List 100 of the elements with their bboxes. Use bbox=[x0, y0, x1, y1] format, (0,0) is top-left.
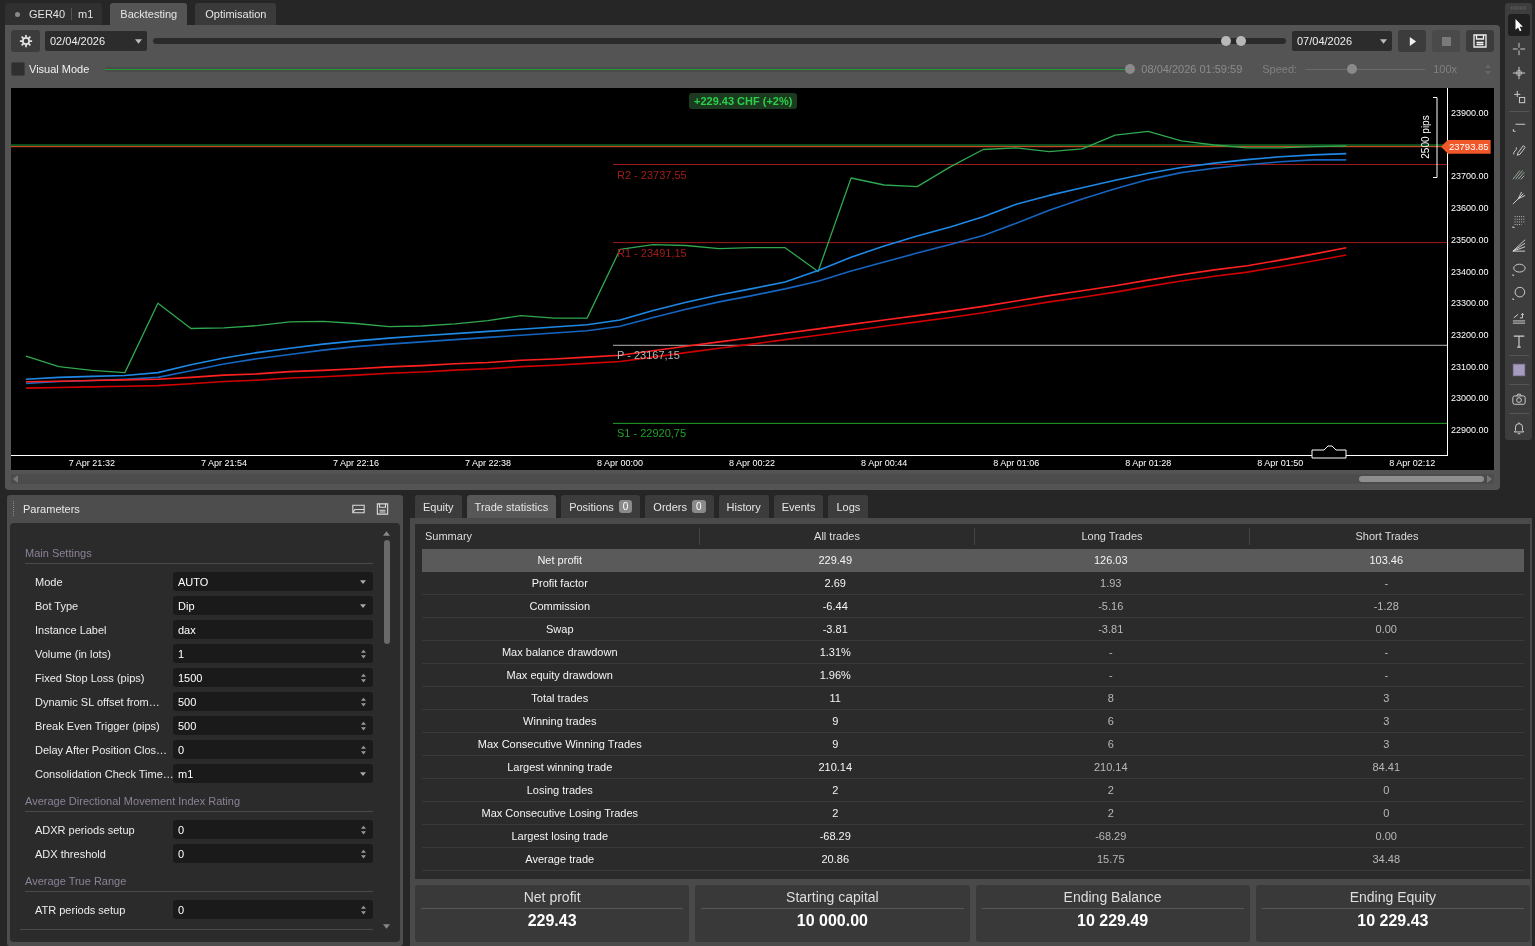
tab[interactable]: Optimisation bbox=[195, 3, 277, 25]
scrollbar-thumb[interactable] bbox=[1359, 476, 1484, 482]
scroll-down-icon[interactable] bbox=[383, 924, 390, 929]
tab[interactable]: Positions 0 bbox=[561, 495, 641, 518]
select-field[interactable]: Dip bbox=[173, 596, 373, 615]
select-field[interactable]: m1 bbox=[173, 764, 373, 783]
tab-marker-icon[interactable] bbox=[1311, 445, 1347, 459]
table-cell-text: Average trade bbox=[524, 853, 596, 865]
scrollbar-thumb[interactable] bbox=[383, 540, 390, 644]
table-cell-text: 0.00 bbox=[1374, 830, 1398, 842]
count-badge: 0 bbox=[618, 500, 633, 513]
x-axis-label: 8 Apr 01:28 bbox=[1125, 457, 1172, 469]
number-field[interactable]: 0 bbox=[173, 900, 373, 919]
table-cell-text: 3 bbox=[1382, 692, 1391, 704]
table-cell-text: - bbox=[1383, 577, 1390, 589]
folder-icon[interactable] bbox=[352, 503, 365, 515]
y-axis-label: 23600.00 bbox=[1451, 202, 1489, 216]
caret-icon bbox=[135, 38, 142, 44]
table-cell-text: 229.49 bbox=[817, 554, 854, 566]
tab[interactable]: Equity bbox=[415, 495, 462, 518]
table-row[interactable]: Max equity drawdown 1.96% - - bbox=[422, 664, 1524, 687]
date-field[interactable]: 02/04/2026 bbox=[45, 31, 147, 51]
spinner-icon[interactable] bbox=[361, 672, 366, 683]
number-field[interactable]: 500 bbox=[173, 716, 373, 735]
y-axis-label: 23900.00 bbox=[1451, 107, 1489, 121]
number-field[interactable]: 0 bbox=[173, 844, 373, 863]
play-button[interactable] bbox=[1398, 30, 1426, 52]
x-axis-label: 8 Apr 00:00 bbox=[597, 457, 644, 469]
table-row[interactable]: Max Consecutive Losing Trades 2 2 0 bbox=[422, 802, 1524, 825]
tab[interactable]: Events bbox=[773, 495, 824, 518]
number-field[interactable]: 0 bbox=[173, 740, 373, 759]
table-row[interactable]: Total trades 11 8 3 bbox=[422, 687, 1524, 710]
table-cell-text: 0 bbox=[1382, 784, 1391, 796]
table-row[interactable]: Swap -3.81 -3.81 0.00 bbox=[422, 618, 1524, 641]
table-cell-text: -68.29 bbox=[1094, 830, 1128, 842]
number-field[interactable]: 500 bbox=[173, 692, 373, 711]
spinner-icon[interactable] bbox=[361, 648, 366, 659]
table-row[interactable]: Losing trades 2 2 0 bbox=[422, 779, 1524, 802]
table-cell-text: 9 bbox=[831, 715, 840, 727]
table-row[interactable]: Largest losing trade -68.29 -68.29 0.00 bbox=[422, 825, 1524, 848]
date-field[interactable]: 07/04/2026 bbox=[1292, 31, 1392, 51]
select-field[interactable]: AUTO bbox=[173, 572, 373, 591]
table-row[interactable]: Largest winning trade 210.14 210.14 84.41 bbox=[422, 756, 1524, 779]
table-cell-text: Losing trades bbox=[525, 784, 594, 796]
scroll-up-icon[interactable] bbox=[383, 531, 390, 536]
y-axis-label: 23400.00 bbox=[1451, 265, 1489, 279]
tab[interactable]: Logs bbox=[828, 495, 869, 518]
symbol-label: GER40 bbox=[29, 8, 73, 20]
tool-button[interactable] bbox=[1507, 14, 1530, 36]
param-label: ADX threshold bbox=[35, 847, 107, 860]
spinner-icon[interactable] bbox=[361, 904, 366, 915]
table-row[interactable]: Max balance drawdown 1.31% - - bbox=[422, 641, 1524, 664]
table-cell-text: 3 bbox=[1382, 715, 1391, 727]
table-row[interactable]: Winning trades 9 6 3 bbox=[422, 710, 1524, 733]
spinner-icon[interactable] bbox=[361, 696, 366, 707]
spinner-icon[interactable] bbox=[361, 720, 366, 731]
vertical-scrollbar[interactable] bbox=[383, 531, 390, 929]
number-field[interactable]: 1500 bbox=[173, 668, 373, 687]
tab[interactable]: Trade statistics bbox=[466, 495, 557, 518]
x-axis-label: 8 Apr 00:22 bbox=[729, 457, 776, 469]
table-cell-text: 2 bbox=[831, 784, 840, 796]
settings-button[interactable] bbox=[11, 30, 40, 52]
number-field[interactable]: 1 bbox=[173, 644, 373, 663]
card-label: Net profit bbox=[421, 889, 684, 909]
table-cell-text: 210.14 bbox=[1092, 761, 1129, 773]
tab[interactable]: Backtesting bbox=[110, 3, 188, 25]
spinner-icon[interactable] bbox=[361, 848, 366, 859]
horizontal-scrollbar[interactable] bbox=[11, 474, 1494, 484]
table-row[interactable]: Average trade 20.86 15.75 34.48 bbox=[422, 848, 1524, 871]
tab[interactable]: History bbox=[718, 495, 769, 518]
table-row[interactable]: Profit factor 2.69 1.93 - bbox=[422, 572, 1524, 595]
table-cell-text: -3.81 bbox=[821, 623, 849, 635]
table-cell-text: 1.93 bbox=[1099, 577, 1123, 589]
section-title: Main Settings bbox=[25, 546, 373, 564]
table-cell-text: -3.81 bbox=[1097, 623, 1125, 635]
table-row[interactable]: Max Consecutive Winning Trades 9 6 3 bbox=[422, 733, 1524, 756]
slider-handle[interactable] bbox=[1235, 36, 1246, 46]
tab[interactable]: Orders 0 bbox=[645, 495, 714, 518]
table-cell-text: 2.69 bbox=[823, 577, 847, 589]
grip-icon[interactable] bbox=[12, 501, 15, 517]
spinner-icon[interactable] bbox=[361, 824, 366, 835]
column-header: All trades bbox=[700, 528, 975, 545]
table-cell-text: Swap bbox=[545, 623, 575, 635]
slider-handle[interactable] bbox=[1220, 36, 1231, 46]
save-icon[interactable] bbox=[376, 503, 389, 515]
instance-tab[interactable]: GER40 m1 bbox=[5, 3, 103, 25]
number-field[interactable]: 0 bbox=[173, 820, 373, 839]
spinner-icon[interactable] bbox=[361, 744, 366, 755]
circle-icon bbox=[1511, 286, 1526, 301]
text-field[interactable]: dax bbox=[173, 620, 373, 639]
checkbox[interactable] bbox=[11, 62, 25, 76]
x-axis-label: 7 Apr 22:16 bbox=[332, 457, 379, 469]
progress-handle[interactable] bbox=[1125, 64, 1136, 74]
progress-time: 08/04/2026 01:59:59 bbox=[1141, 63, 1243, 75]
period-slider[interactable] bbox=[153, 38, 1286, 44]
save-button[interactable] bbox=[1466, 30, 1494, 52]
param-label: ADXR periods setup bbox=[35, 823, 136, 836]
param-label: Volume (in lots) bbox=[35, 647, 112, 660]
table-row[interactable]: Net profit 229.49 126.03 103.46 bbox=[422, 549, 1524, 572]
table-row[interactable]: Commission -6.44 -5.16 -1.28 bbox=[422, 595, 1524, 618]
